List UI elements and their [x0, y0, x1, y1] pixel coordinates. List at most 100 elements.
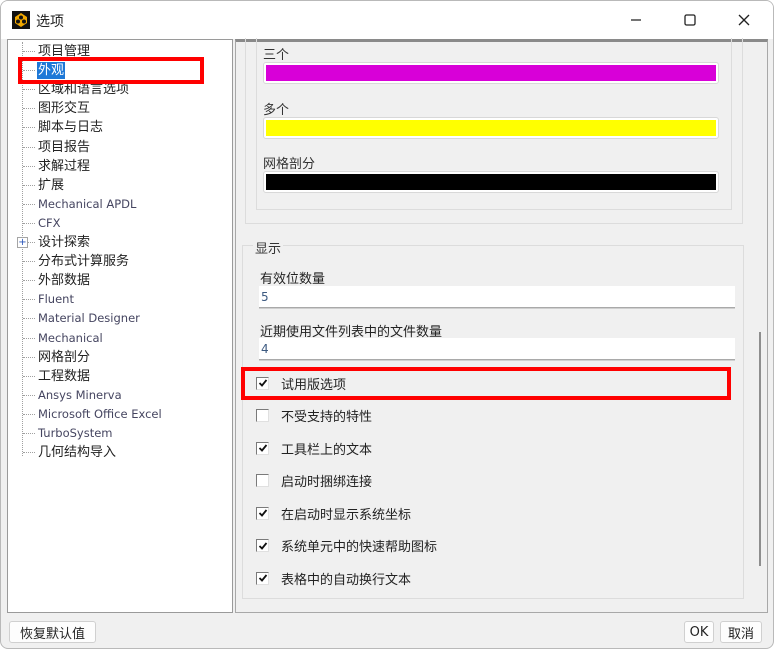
color-picker-swatch[interactable] — [263, 62, 719, 84]
checkbox-label: 启动时捆绑连接 — [281, 475, 373, 490]
tree-item-label: 几何结构导入 — [38, 445, 117, 461]
tree-item-label: 工程数据 — [38, 368, 91, 384]
significant-digits-input[interactable] — [259, 286, 735, 308]
restore-defaults-button[interactable]: 恢复默认值 — [9, 621, 96, 643]
tree-item[interactable]: 项目报告 — [8, 138, 91, 157]
tree-branch-line — [23, 184, 35, 186]
tree-item-label: 网格剖分 — [38, 349, 91, 365]
tree-branch-line — [23, 261, 35, 263]
checkbox[interactable] — [256, 571, 269, 585]
ok-button[interactable]: OK — [684, 621, 714, 643]
title-bar: 选项 — [1, 1, 773, 39]
checkbox[interactable] — [256, 474, 269, 487]
tree-branch-line — [23, 433, 35, 434]
checkbox-row[interactable]: 在启动时显示系统坐标 — [256, 503, 411, 523]
tree-branch-line — [23, 51, 35, 52]
checkbox[interactable] — [256, 506, 269, 520]
checkbox-row[interactable]: 工具栏上的文本 — [256, 438, 372, 458]
tree-branch-line — [23, 127, 35, 129]
checkbox-row[interactable]: 表格中的自动换行文本 — [256, 568, 411, 588]
checkbox-row[interactable]: 系统单元中的快速帮助图标 — [256, 536, 437, 556]
checkbox-row[interactable]: 不受支持的特性 — [256, 406, 372, 426]
cancel-button[interactable]: 取消 — [720, 621, 762, 643]
color-label: 三个 — [263, 48, 290, 63]
tree-item[interactable]: 扩展 — [8, 176, 65, 195]
tree-item[interactable]: 网格剖分 — [8, 348, 91, 367]
tree-item[interactable]: Ansys Minerva — [8, 386, 123, 405]
tree-item-label: Fluent — [38, 292, 74, 307]
checkbox[interactable] — [256, 409, 269, 422]
maximize-icon — [684, 14, 696, 26]
checkbox[interactable] — [256, 539, 269, 552]
tree-item[interactable]: 外部数据 — [8, 271, 91, 290]
settings-panel: 显示 有效位数量 近期使用文件列表中的文件数量 三个多个网格剖分试用版选项不受支… — [235, 38, 768, 613]
tree-branch-line — [23, 280, 35, 282]
tree-item-label: 求解过程 — [38, 158, 91, 174]
tree-item-label: 区域和语言选项 — [38, 82, 130, 98]
color-label: 网格剖分 — [263, 157, 316, 172]
tree-branch-line — [23, 165, 35, 167]
checkmark-icon — [258, 444, 267, 452]
checkbox[interactable] — [256, 441, 269, 455]
tree-branch-line — [23, 89, 35, 91]
tree-item[interactable]: 区域和语言选项 — [8, 80, 130, 99]
tree-item-label: Ansys Minerva — [38, 387, 122, 402]
tree-item-label: TurboSystem — [38, 426, 113, 440]
close-button[interactable] — [721, 1, 767, 39]
tree-item[interactable]: Material Designer — [8, 309, 141, 328]
checkmark-icon — [258, 509, 267, 517]
significant-digits-label: 有效位数量 — [260, 272, 326, 287]
tree-branch-line — [23, 318, 35, 320]
tree-item-label: 项目报告 — [38, 139, 91, 155]
color-fill — [266, 65, 716, 81]
tree-item[interactable]: 工程数据 — [8, 367, 91, 386]
tree-item[interactable]: Fluent — [8, 290, 75, 309]
tree-branch-line — [23, 337, 35, 339]
maximize-button[interactable] — [667, 1, 713, 39]
tree-item[interactable]: TurboSystem — [8, 424, 114, 443]
tree-item[interactable]: 图形交互 — [8, 99, 91, 118]
color-picker-swatch[interactable] — [263, 117, 719, 139]
checkbox-label: 系统单元中的快速帮助图标 — [281, 540, 438, 555]
minimize-button[interactable] — [613, 1, 659, 39]
options-dialog: 选项 项目管理 外观 区域和语言选项 图形交互 脚本与日志 项目报告 求解过程 扩展 Mecha… — [0, 0, 774, 649]
tree-branch-line — [23, 356, 35, 358]
tree-item[interactable]: CFX — [8, 214, 62, 233]
tree-branch-line — [23, 108, 35, 110]
close-icon — [738, 14, 750, 26]
checkbox-row[interactable]: 试用版选项 — [256, 373, 346, 393]
tree-item-label: 设计探索 — [38, 235, 91, 250]
tree-item[interactable]: 分布式计算服务 — [8, 252, 130, 271]
checkmark-icon — [258, 541, 267, 550]
color-picker-swatch[interactable] — [263, 171, 719, 193]
tree-item-label: 项目管理 — [38, 44, 91, 59]
tree-item[interactable]: 求解过程 — [8, 157, 91, 176]
tree-branch-line — [23, 70, 35, 72]
tree-item[interactable]: Mechanical — [8, 329, 104, 348]
checkmark-icon — [258, 574, 267, 582]
tree-item[interactable]: Microsoft Office Excel — [8, 405, 163, 424]
tree-branch-line — [23, 222, 35, 224]
checkbox-label: 工具栏上的文本 — [281, 442, 373, 458]
tree-item-label: 分布式计算服务 — [38, 254, 130, 270]
tree-item-label: Mechanical APDL — [38, 196, 137, 211]
tree-item[interactable]: 外观 — [8, 61, 66, 80]
options-tree: 项目管理 外观 区域和语言选项 图形交互 脚本与日志 项目报告 求解过程 扩展 Mechanic… — [7, 39, 233, 613]
tree-item[interactable]: Mechanical APDL — [8, 195, 137, 214]
color-fill — [266, 120, 716, 136]
tree-item-label: Mechanical — [38, 330, 103, 345]
tree-item[interactable]: 项目管理 — [8, 42, 91, 61]
tree-item[interactable]: 几何结构导入 — [8, 443, 117, 462]
vertical-scrollbar[interactable] — [759, 332, 761, 566]
checkbox[interactable] — [256, 376, 269, 390]
checkbox-row[interactable]: 启动时捆绑连接 — [256, 471, 372, 491]
tree-branch-line — [23, 146, 35, 148]
tree-branch-line — [23, 203, 35, 205]
checkmark-icon — [258, 379, 267, 387]
tree-item[interactable]: + 设计探索 — [8, 233, 91, 252]
expand-plus-icon[interactable]: + — [17, 237, 28, 248]
recent-files-count-input[interactable] — [259, 338, 735, 360]
tree-item-label: CFX — [38, 215, 61, 230]
color-fill — [266, 174, 716, 190]
tree-item[interactable]: 脚本与日志 — [8, 118, 104, 137]
